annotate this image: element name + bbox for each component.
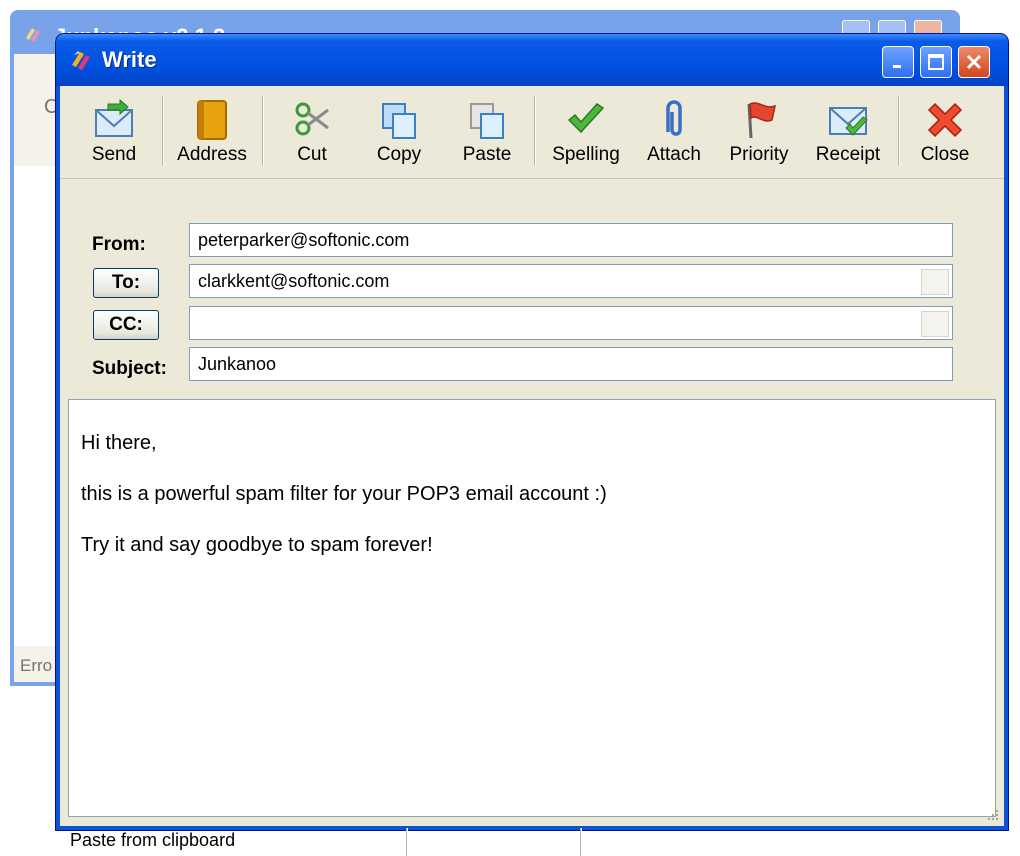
bg-status-text: Erro <box>20 656 53 675</box>
from-field[interactable]: peterparker@softonic.com <box>189 223 953 257</box>
spelling-button[interactable]: Spelling <box>550 92 622 172</box>
receipt-label: Receipt <box>815 144 881 165</box>
cut-label: Cut <box>297 144 327 165</box>
subject-label: Subject: <box>92 358 167 379</box>
toolbar: Send Address Cut Copy Paste Spelling Att… <box>60 86 1004 179</box>
window-client: Send Address Cut Copy Paste Spelling Att… <box>60 86 1004 856</box>
toolbar-separator <box>534 96 536 166</box>
status-separator <box>580 828 582 856</box>
paste-button[interactable]: Paste <box>452 92 522 172</box>
attach-button[interactable]: Attach <box>638 92 710 172</box>
toolbar-separator <box>898 96 900 166</box>
checkmark-icon <box>567 103 605 134</box>
cc-button[interactable]: CC: <box>93 310 159 340</box>
body-line: this is a powerful spam filter for your … <box>81 483 607 505</box>
subject-field[interactable]: Junkanoo <box>189 347 953 381</box>
cut-button[interactable]: Cut <box>282 92 342 172</box>
body-line: Try it and say goodbye to spam forever! <box>81 534 433 556</box>
paste-icon <box>470 103 504 139</box>
address-label: Address <box>177 144 247 165</box>
send-envelope-icon <box>95 98 133 137</box>
paperclip-icon <box>666 100 682 136</box>
address-button[interactable]: Address <box>172 92 252 172</box>
message-body-editor[interactable]: Hi there, this is a powerful spam filter… <box>68 399 996 817</box>
red-x-icon <box>927 102 963 138</box>
body-line: Hi there, <box>81 432 157 454</box>
scissors-icon <box>295 102 329 136</box>
send-label: Send <box>91 144 137 165</box>
receipt-button[interactable]: Receipt <box>808 92 888 172</box>
close-label: Close <box>920 144 970 165</box>
to-field-value: clarkkent@softonic.com <box>198 271 390 291</box>
flag-icon <box>747 102 777 139</box>
junkanoo-logo-icon <box>26 28 40 42</box>
copy-label: Copy <box>376 144 422 165</box>
to-dropdown-button[interactable] <box>921 269 949 295</box>
copy-button[interactable]: Copy <box>366 92 432 172</box>
copy-icon <box>382 103 416 139</box>
close-button[interactable]: Close <box>910 92 980 172</box>
to-field[interactable]: clarkkent@softonic.com <box>189 264 953 298</box>
toolbar-separator <box>262 96 264 166</box>
minimize-button[interactable] <box>882 46 914 78</box>
maximize-button[interactable] <box>920 46 952 78</box>
status-separator <box>406 828 408 856</box>
address-book-icon <box>197 100 227 140</box>
to-button[interactable]: To: <box>93 268 159 298</box>
resize-grip-icon[interactable] <box>984 806 1000 822</box>
title-bar[interactable]: Write <box>56 34 1008 86</box>
spelling-label: Spelling <box>552 144 620 165</box>
status-text: Paste from clipboard <box>70 830 236 850</box>
maximize-icon <box>928 54 944 70</box>
write-window: Write Send Address Cut Copy Paste Spelli… <box>56 34 1008 856</box>
window-title: Write <box>102 47 157 72</box>
close-window-button[interactable] <box>958 46 990 78</box>
send-button[interactable]: Send <box>78 92 150 172</box>
priority-label: Priority <box>729 144 789 165</box>
cc-field[interactable] <box>189 306 953 340</box>
cc-dropdown-button[interactable] <box>921 311 949 337</box>
receipt-envelope-icon <box>829 107 868 136</box>
minimize-icon <box>893 65 901 68</box>
junkanoo-logo-icon <box>72 51 90 70</box>
from-label: From: <box>92 234 146 255</box>
paste-label: Paste <box>462 144 512 165</box>
toolbar-separator <box>162 96 164 166</box>
close-icon <box>966 54 982 70</box>
priority-button[interactable]: Priority <box>724 92 794 172</box>
attach-label: Attach <box>647 144 701 165</box>
